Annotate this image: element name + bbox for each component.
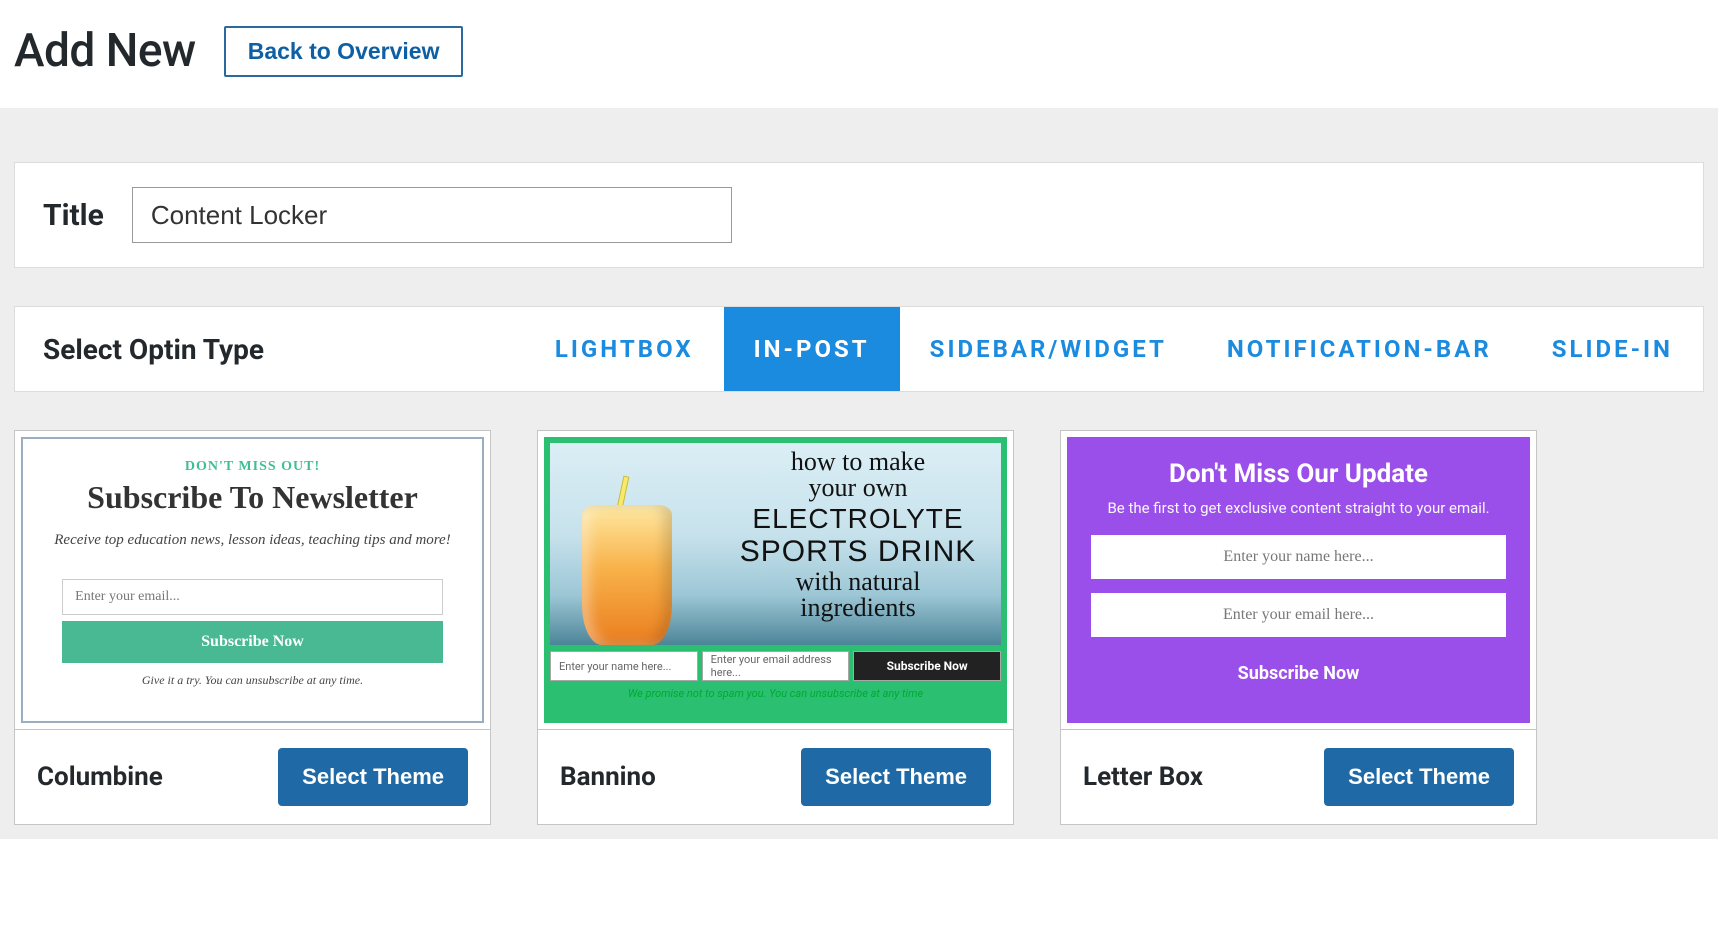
preview-name-input: Enter your name here... (1091, 535, 1506, 579)
theme-name: Columbine (37, 762, 163, 792)
title-input[interactable] (132, 187, 732, 243)
optin-type-tabs: LIGHTBOX IN-POST SIDEBAR/WIDGET NOTIFICA… (525, 307, 1703, 391)
preview-name-input: Enter your name here... (550, 651, 698, 681)
page-header: Add New Back to Overview (0, 0, 1718, 108)
theme-card-columbine: DON'T MISS OUT! Subscribe To Newsletter … (14, 430, 491, 825)
preview-script-1: how to make (723, 449, 993, 475)
preview-footnote: Give it a try. You can unsubscribe at an… (41, 673, 464, 688)
tab-lightbox[interactable]: LIGHTBOX (525, 307, 724, 391)
preview-eyebrow: DON'T MISS OUT! (41, 459, 464, 475)
preview-subscribe-button: Subscribe Now (853, 651, 1001, 681)
title-panel: Title (14, 162, 1704, 268)
preview-script-4: ingredients (723, 595, 993, 621)
preview-subscribe-button: Subscribe Now (1091, 663, 1506, 684)
preview-form: Enter your name here... Enter your email… (550, 651, 1001, 681)
preview-hero: how to make your own ELECTROLYTE SPORTS … (550, 443, 1001, 645)
preview-columbine: DON'T MISS OUT! Subscribe To Newsletter … (21, 437, 484, 723)
work-area: Title Select Optin Type LIGHTBOX IN-POST… (0, 108, 1718, 839)
back-to-overview-button[interactable]: Back to Overview (224, 26, 464, 77)
preview-subtitle: Be the first to get exclusive content st… (1091, 499, 1506, 517)
theme-card-footer: Bannino Select Theme (537, 730, 1014, 825)
select-theme-button[interactable]: Select Theme (801, 748, 991, 806)
select-theme-button[interactable]: Select Theme (1324, 748, 1514, 806)
tab-notification-bar[interactable]: NOTIFICATION-BAR (1197, 307, 1522, 391)
preview-block-2: SPORTS DRINK (723, 535, 993, 569)
theme-preview: how to make your own ELECTROLYTE SPORTS … (537, 430, 1014, 730)
tab-slide-in[interactable]: SLIDE-IN (1522, 307, 1703, 391)
theme-preview: DON'T MISS OUT! Subscribe To Newsletter … (14, 430, 491, 730)
optin-type-label: Select Optin Type (15, 333, 294, 366)
theme-card-footer: Columbine Select Theme (14, 730, 491, 825)
optin-type-panel: Select Optin Type LIGHTBOX IN-POST SIDEB… (14, 306, 1704, 392)
preview-footnote: We promise not to spam you. You can unsu… (550, 687, 1001, 700)
preview-letter-box: Don't Miss Our Update Be the first to ge… (1067, 437, 1530, 723)
preview-subtitle: Receive top education news, lesson ideas… (41, 532, 464, 549)
preview-title: Subscribe To Newsletter (41, 479, 464, 516)
select-theme-button[interactable]: Select Theme (278, 748, 468, 806)
title-label: Title (43, 198, 104, 233)
preview-subscribe-button: Subscribe Now (62, 621, 443, 663)
preview-email-input: Enter your email... (62, 579, 443, 615)
preview-email-input: Enter your email here... (1091, 593, 1506, 637)
preview-copy: how to make your own ELECTROLYTE SPORTS … (723, 449, 993, 621)
preview-script-2: your own (723, 475, 993, 501)
page-title: Add New (14, 24, 196, 78)
theme-name: Letter Box (1083, 762, 1203, 792)
preview-title: Don't Miss Our Update (1091, 459, 1506, 489)
preview-block-1: ELECTROLYTE (723, 503, 993, 535)
preview-email-input: Enter your email address here... (702, 651, 850, 681)
theme-name: Bannino (560, 762, 656, 792)
theme-card-footer: Letter Box Select Theme (1060, 730, 1537, 825)
theme-grid: DON'T MISS OUT! Subscribe To Newsletter … (14, 430, 1704, 825)
tab-sidebar-widget[interactable]: SIDEBAR/WIDGET (900, 307, 1197, 391)
preview-script-3: with natural (723, 569, 993, 595)
theme-preview: Don't Miss Our Update Be the first to ge… (1060, 430, 1537, 730)
juice-glass-icon (572, 485, 692, 645)
theme-card-bannino: how to make your own ELECTROLYTE SPORTS … (537, 430, 1014, 825)
preview-bannino: how to make your own ELECTROLYTE SPORTS … (544, 437, 1007, 723)
theme-card-letter-box: Don't Miss Our Update Be the first to ge… (1060, 430, 1537, 825)
tab-in-post[interactable]: IN-POST (724, 307, 900, 391)
